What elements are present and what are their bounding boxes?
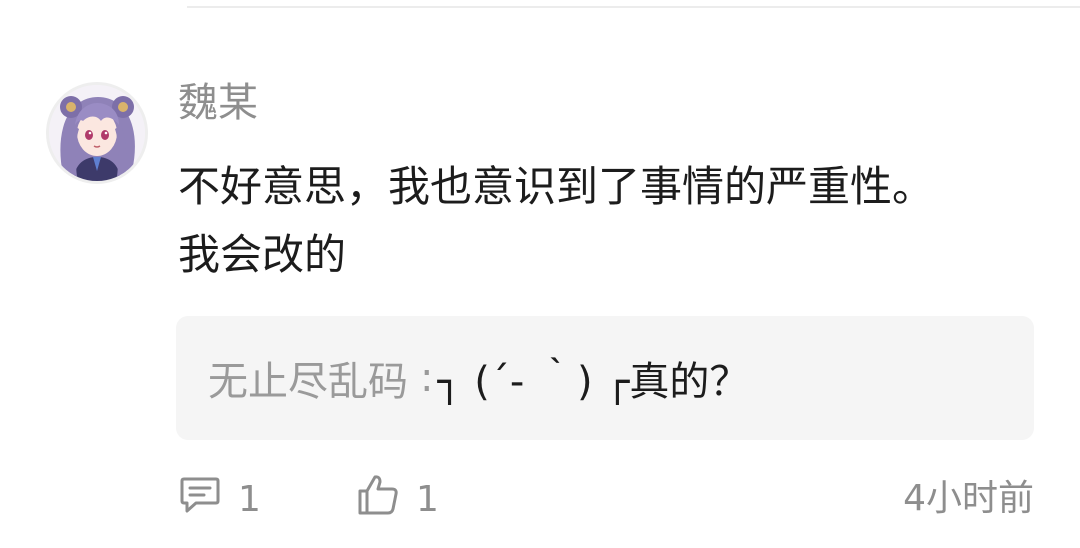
comment-bubble-icon: [178, 475, 222, 524]
avatar[interactable]: [46, 82, 148, 184]
reply-separator: :: [420, 355, 434, 401]
reply-author[interactable]: 无止尽乱码: [208, 349, 408, 407]
thumbs-up-icon: [356, 473, 400, 526]
comment-actions: 1 1 4小时前: [178, 470, 1034, 528]
comment-page: 魏某 不好意思，我也意识到了事情的严重性。我会改的 无止尽乱码 : ┐ (´- …: [0, 0, 1080, 548]
divider: [187, 6, 1080, 8]
reply-count: 1: [238, 478, 261, 520]
like-count: 1: [416, 478, 439, 520]
timestamp: 4小时前: [903, 478, 1034, 519]
comment-text: 不好意思，我也意识到了事情的严重性。我会改的: [178, 162, 935, 279]
reply-text: ┐ (´- ｀) ┌真的？: [437, 359, 750, 405]
like-button[interactable]: 1: [356, 470, 439, 528]
username[interactable]: 魏某: [178, 77, 258, 129]
reply-preview[interactable]: 无止尽乱码 : ┐ (´- ｀) ┌真的？: [176, 316, 1034, 440]
avatar-image: [49, 85, 145, 181]
reply-button[interactable]: 1: [178, 470, 261, 528]
